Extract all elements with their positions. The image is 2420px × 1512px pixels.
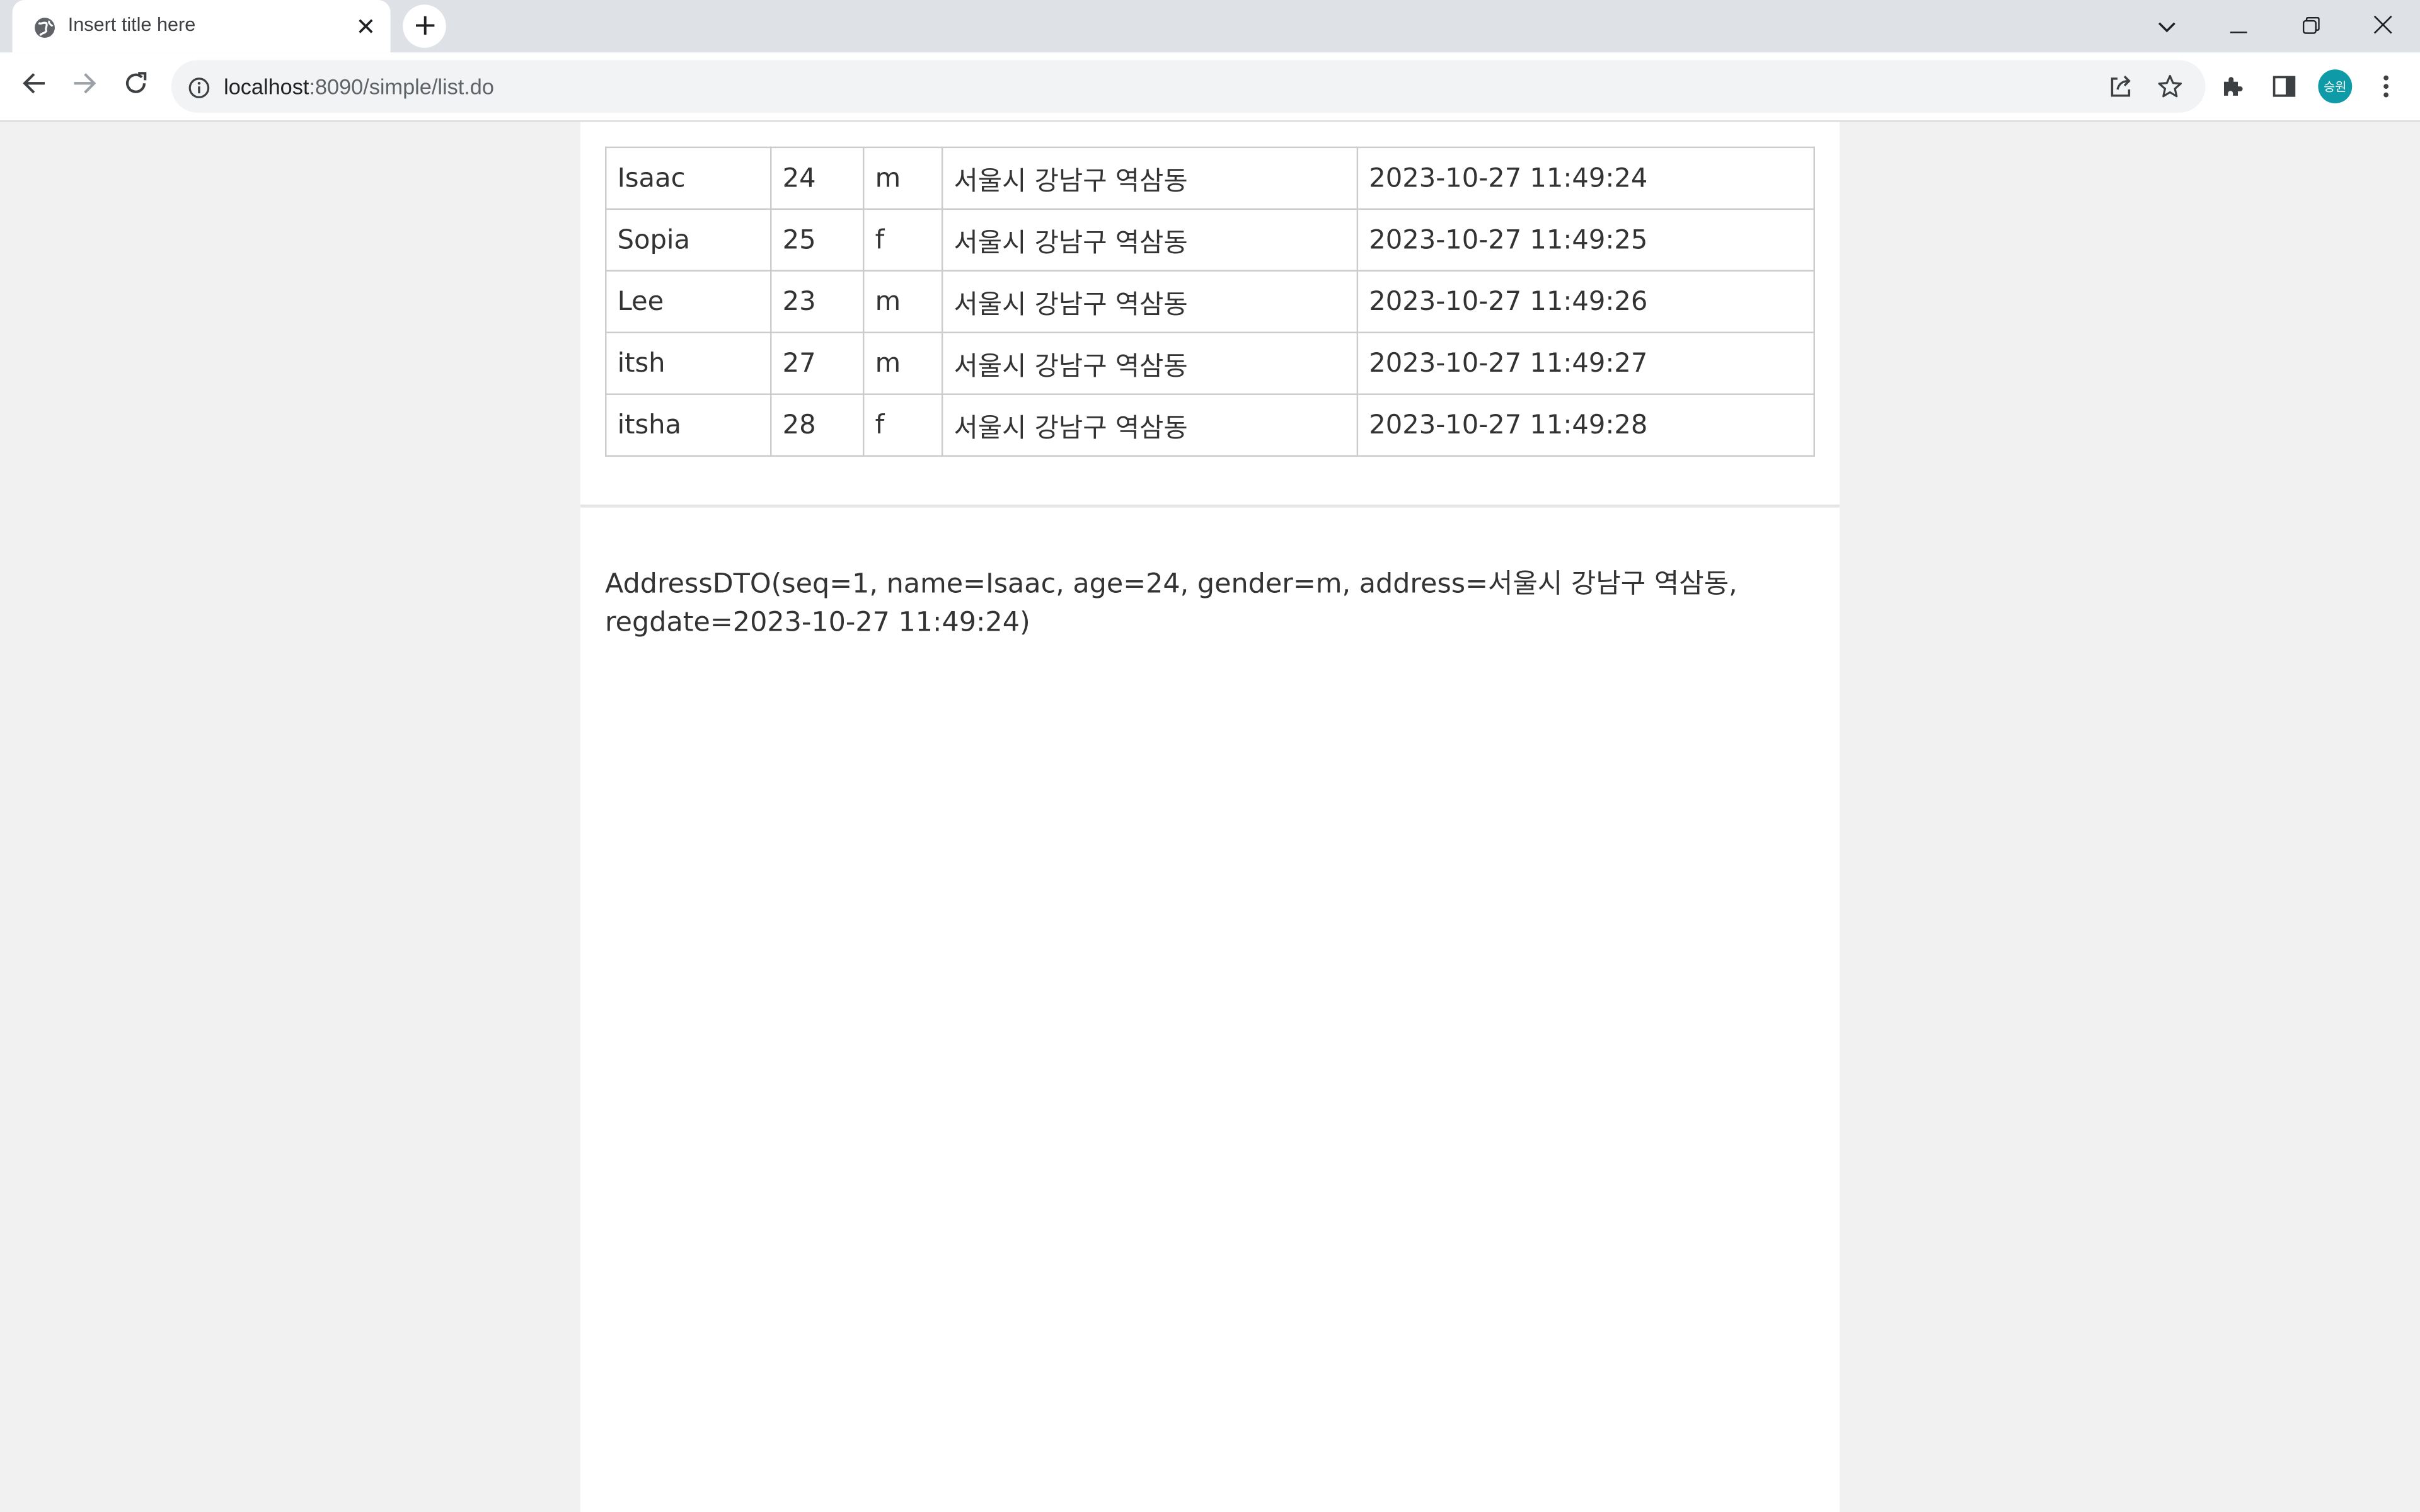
reload-icon	[124, 71, 148, 102]
cell-age: 24	[770, 146, 865, 210]
cell-name: Sopia	[605, 208, 772, 272]
arrow-right-icon	[72, 71, 97, 102]
url-host: localhost	[224, 74, 309, 99]
cell-gender: m	[862, 331, 943, 395]
plus-icon	[415, 11, 435, 41]
reload-button[interactable]	[114, 65, 158, 108]
browser-toolbar: localhost:8090/simple/list.do 승원	[0, 52, 2420, 122]
restore-button[interactable]	[2275, 0, 2346, 49]
dto-output-text: AddressDTO(seq=1, name=Isaac, age=24, ge…	[605, 569, 1737, 639]
minimize-icon	[2229, 10, 2247, 40]
tab-title: Insert title here	[67, 14, 196, 36]
kebab-menu-icon[interactable]	[2365, 65, 2408, 108]
close-window-button[interactable]	[2348, 0, 2419, 49]
address-bar[interactable]: localhost:8090/simple/list.do	[171, 60, 2206, 113]
table-row[interactable]: Lee 23 m 서울시 강남구 역삼동 2023-10-27 11:49:26	[605, 270, 1816, 333]
side-panel-icon[interactable]	[2262, 65, 2306, 108]
table-row[interactable]: Isaac 24 m 서울시 강남구 역삼동 2023-10-27 11:49:…	[605, 146, 1816, 210]
url-text: localhost:8090/simple/list.do	[224, 74, 494, 99]
cell-regdate: 2023-10-27 11:49:26	[1356, 270, 1816, 333]
minimize-button[interactable]	[2203, 0, 2274, 49]
tab-search-button[interactable]	[2131, 0, 2203, 49]
table-row[interactable]: Sopia 25 f 서울시 강남구 역삼동 2023-10-27 11:49:…	[605, 208, 1816, 272]
cell-age: 25	[770, 208, 865, 272]
cell-address: 서울시 강남구 역삼동	[941, 393, 1359, 457]
cell-address: 서울시 강남구 역삼동	[941, 270, 1359, 333]
cell-age: 23	[770, 270, 865, 333]
cell-address: 서울시 강남구 역삼동	[941, 331, 1359, 395]
restore-icon	[2302, 10, 2319, 40]
cell-name: itsh	[605, 331, 772, 395]
new-tab-button[interactable]	[403, 4, 446, 48]
cell-regdate: 2023-10-27 11:49:28	[1356, 393, 1816, 457]
page-container: Isaac 24 m 서울시 강남구 역삼동 2023-10-27 11:49:…	[580, 122, 1840, 1512]
cell-gender: f	[862, 208, 943, 272]
star-icon[interactable]	[2148, 65, 2192, 108]
table-row[interactable]: itsh 27 m 서울시 강남구 역삼동 2023-10-27 11:49:2…	[605, 331, 1816, 395]
info-icon[interactable]	[188, 76, 210, 98]
horizontal-divider	[580, 504, 1840, 508]
avatar[interactable]: 승원	[2318, 69, 2353, 104]
close-icon	[2373, 10, 2392, 40]
cell-gender: m	[862, 146, 943, 210]
cell-regdate: 2023-10-27 11:49:24	[1356, 146, 1816, 210]
forward-button[interactable]	[63, 65, 107, 108]
cell-gender: m	[862, 270, 943, 333]
share-icon[interactable]	[2099, 65, 2143, 108]
cell-name: itsha	[605, 393, 772, 457]
cell-name: Isaac	[605, 146, 772, 210]
address-table: Isaac 24 m 서울시 강남구 역삼동 2023-10-27 11:49:…	[605, 146, 1816, 457]
browser-window: Insert title here localhost:8090/simple/…	[0, 0, 2420, 1512]
cell-address: 서울시 강남구 역삼동	[941, 208, 1359, 272]
url-path: :8090/simple/list.do	[309, 74, 494, 99]
cell-age: 27	[770, 331, 865, 395]
cell-age: 28	[770, 393, 865, 457]
tab-active[interactable]: Insert title here	[12, 0, 391, 53]
table-row[interactable]: itsha 28 f 서울시 강남구 역삼동 2023-10-27 11:49:…	[605, 393, 1816, 457]
puzzle-icon[interactable]	[2211, 65, 2255, 108]
cell-name: Lee	[605, 270, 772, 333]
cell-regdate: 2023-10-27 11:49:27	[1356, 331, 1816, 395]
cell-address: 서울시 강남구 역삼동	[941, 146, 1359, 210]
close-icon[interactable]	[354, 14, 378, 38]
globe-icon	[34, 15, 55, 38]
chevron-down-icon	[2158, 10, 2176, 40]
tab-strip: Insert title here	[0, 0, 2420, 53]
page-viewport: Isaac 24 m 서울시 강남구 역삼동 2023-10-27 11:49:…	[0, 122, 2420, 1512]
cell-regdate: 2023-10-27 11:49:25	[1356, 208, 1816, 272]
arrow-left-icon	[21, 71, 46, 102]
cell-gender: f	[862, 393, 943, 457]
back-button[interactable]	[13, 65, 56, 108]
